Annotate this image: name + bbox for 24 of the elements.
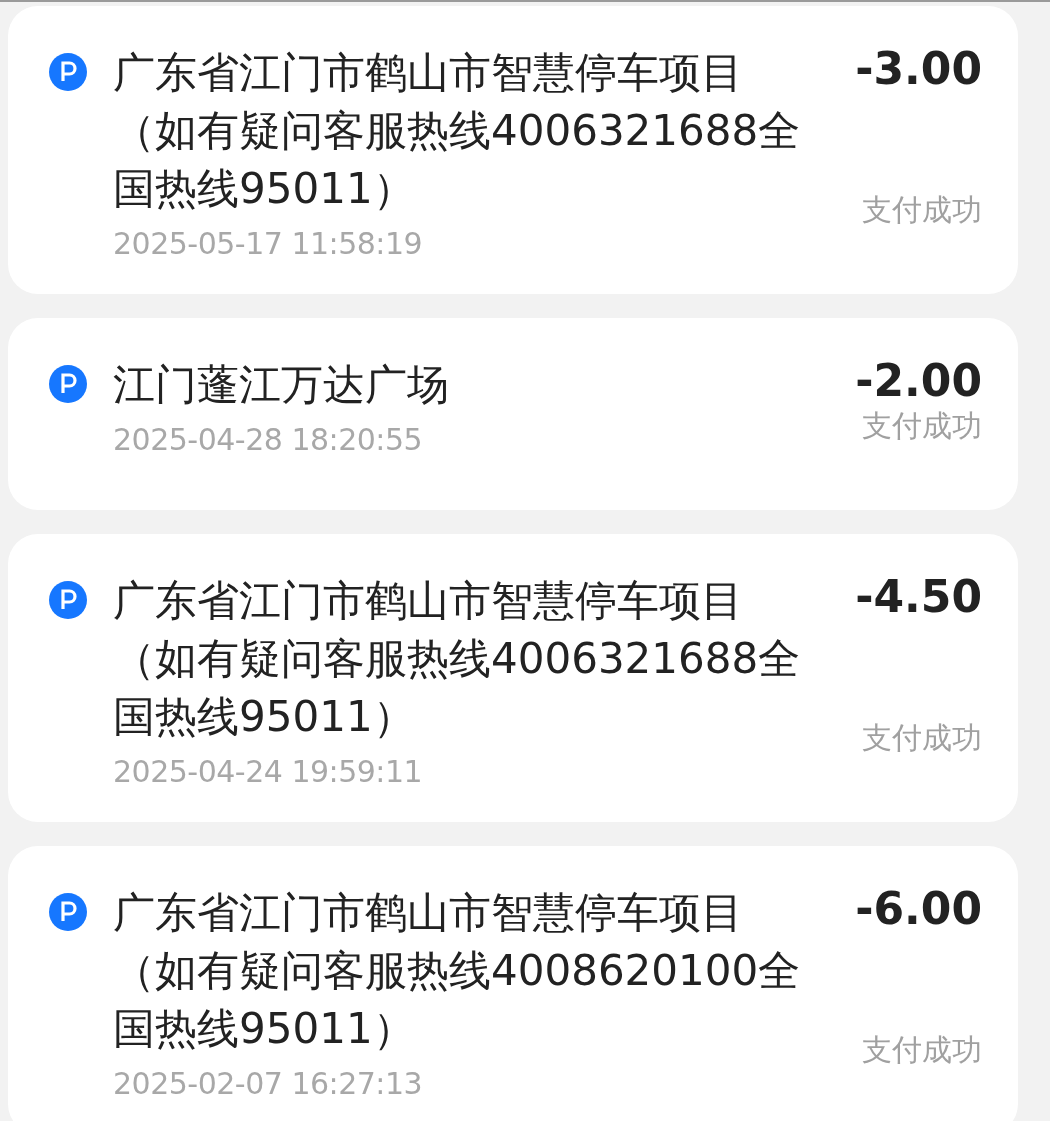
payment-status: 支付成功: [862, 407, 982, 445]
merchant-name: 江门蓬江万达广场: [113, 359, 450, 411]
merchant-name: 广东省江门市鹤山市智慧停车项目（如有疑问客服热线4008620100全国热线95011）: [113, 887, 802, 1055]
payment-status: 支付成功: [862, 719, 982, 757]
payment-status: 支付成功: [862, 191, 982, 229]
transaction-card[interactable]: 广东省江门市鹤山市智慧停车项目（如有疑问客服热线4006321688全国热线95011） 2025-04-24 19:59:11 -4.50 支付成功: [8, 534, 1018, 822]
transaction-card[interactable]: 江门蓬江万达广场 2025-04-28 18:20:55 -2.00 支付成功: [8, 318, 1018, 510]
transaction-time: 2025-05-17 11:58:19: [113, 225, 424, 263]
transaction-card[interactable]: 广东省江门市鹤山市智慧停车项目（如有疑问客服热线4008620100全国热线95011） 2025-02-07 16:27:13 -6.00 支付成功: [8, 846, 1018, 1121]
merchant-name: 广东省江门市鹤山市智慧停车项目（如有疑问客服热线4006321688全国热线95011）: [113, 575, 802, 743]
transaction-time: 2025-04-28 18:20:55: [113, 421, 424, 459]
transaction-time: 2025-02-07 16:27:13: [113, 1065, 424, 1103]
amount: -4.50: [855, 572, 982, 622]
payment-status: 支付成功: [862, 1031, 982, 1069]
amount: -3.00: [855, 44, 982, 94]
parking-icon: [49, 581, 87, 619]
transaction-card[interactable]: 广东省江门市鹤山市智慧停车项目（如有疑问客服热线4006321688全国热线95011） 2025-05-17 11:58:19 -3.00 支付成功: [8, 6, 1018, 294]
parking-icon: [49, 365, 87, 403]
amount: -6.00: [855, 884, 982, 934]
parking-icon: [49, 893, 87, 931]
parking-icon: [49, 53, 87, 91]
transaction-time: 2025-04-24 19:59:11: [113, 753, 424, 791]
merchant-name: 广东省江门市鹤山市智慧停车项目（如有疑问客服热线4006321688全国热线95011）: [113, 47, 802, 215]
amount: -2.00: [855, 356, 982, 406]
